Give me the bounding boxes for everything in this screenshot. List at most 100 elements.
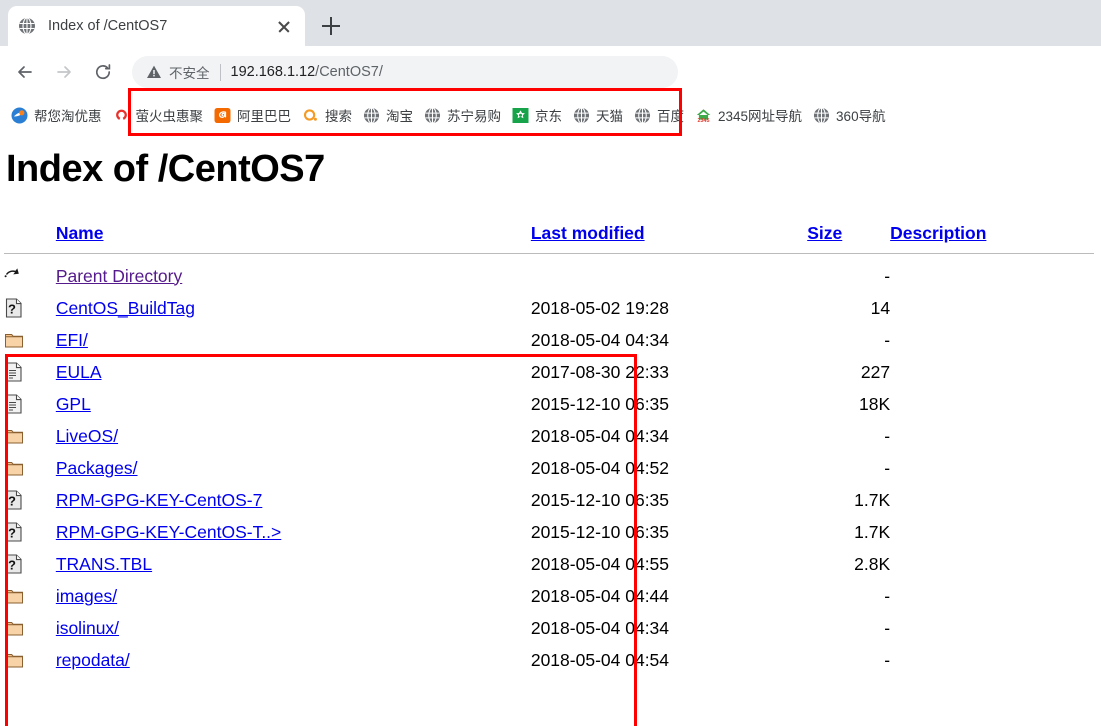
unknown-file-icon: ? <box>4 548 56 580</box>
unknown-file-icon: ? <box>4 292 56 324</box>
horizontal-rule <box>4 253 1094 254</box>
size-cell: - <box>884 265 891 286</box>
sort-by-description-link[interactable]: Description <box>890 223 986 243</box>
file-name-cell: RPM-GPG-KEY-CentOS-T..> <box>56 516 531 548</box>
svg-text:?: ? <box>8 494 16 509</box>
bookmark-item-3[interactable]: 搜索 <box>298 102 359 128</box>
last-modified-cell: 2018-05-04 04:34 <box>530 425 670 446</box>
bookmark-label: 搜索 <box>325 109 352 124</box>
size-cell: - <box>884 329 891 350</box>
search-o-icon <box>302 107 319 124</box>
size-cell: - <box>884 457 891 478</box>
bookmark-item-1[interactable]: 萤火虫惠聚 <box>109 102 211 128</box>
bookmark-item-10[interactable]: 360导航 <box>809 102 893 128</box>
file-name-cell: TRANS.TBL <box>56 548 531 580</box>
sort-by-name-link[interactable]: Name <box>56 223 104 243</box>
table-row[interactable]: EULA 2017-08-30 22:33 227 <box>4 356 1094 388</box>
size-cell: - <box>884 425 891 446</box>
back-icon[interactable] <box>8 55 42 89</box>
file-link[interactable]: repodata/ <box>56 650 130 670</box>
table-row[interactable]: ? CentOS_BuildTag 2018-05-02 19:28 14 <box>4 292 1094 324</box>
file-link[interactable]: Packages/ <box>56 458 138 478</box>
table-row[interactable]: EFI/2018-05-04 04:34 - <box>4 324 1094 356</box>
svg-text:?: ? <box>8 302 16 317</box>
bookmark-label: 2345网址导航 <box>718 109 803 124</box>
bookmark-label: 天猫 <box>596 109 623 124</box>
last-modified-cell: 2018-05-04 04:55 <box>530 553 670 574</box>
table-row[interactable]: ? RPM-GPG-KEY-CentOS-T..> 2015-12-10 06:35… <box>4 516 1094 548</box>
text-file-icon <box>4 388 56 420</box>
new-tab-button[interactable] <box>318 13 344 39</box>
bookmark-label: 百度 <box>657 109 684 124</box>
column-header-size[interactable]: Size <box>807 217 890 249</box>
size-cell: - <box>884 649 891 670</box>
size-cell: 227 <box>860 361 891 382</box>
bookmark-label: 360导航 <box>836 109 886 124</box>
file-link[interactable]: TRANS.TBL <box>56 554 152 574</box>
description-cell <box>890 388 1094 420</box>
description-cell <box>890 580 1094 612</box>
last-modified-cell: 2018-05-04 04:34 <box>530 329 670 350</box>
file-link[interactable]: RPM-GPG-KEY-CentOS-T..> <box>56 522 281 542</box>
file-link[interactable]: EULA <box>56 362 102 382</box>
last-modified-cell: 2015-12-10 06:35 <box>530 393 670 414</box>
bookmarks-bar: 帮您淘优惠 萤火虫惠聚 阿里巴巴 搜索 淘宝 苏宁易购 京东 天猫 百度 234… <box>0 98 1101 132</box>
tab-strip: Index of /CentOS7 <box>0 0 1101 46</box>
globe-icon <box>634 106 651 124</box>
close-icon[interactable] <box>273 15 295 37</box>
parent-directory-icon <box>4 260 56 292</box>
file-link[interactable]: LiveOS/ <box>56 426 118 446</box>
bookmark-item-6[interactable]: 京东 <box>508 102 569 128</box>
description-cell <box>890 484 1094 516</box>
bookmark-item-2[interactable]: 阿里巴巴 <box>210 102 298 128</box>
address-bar[interactable]: 不安全 192.168.1.12/CentOS7/ <box>132 56 678 88</box>
last-modified-cell: 2018-05-04 04:52 <box>530 457 670 478</box>
browser-tab[interactable]: Index of /CentOS7 <box>8 6 305 46</box>
bookmark-item-0[interactable]: 帮您淘优惠 <box>7 102 109 128</box>
sort-by-date-link[interactable]: Last modified <box>531 223 645 243</box>
column-header-description[interactable]: Description <box>890 217 1094 249</box>
column-header-last-modified[interactable]: Last modified <box>531 217 807 249</box>
bookmark-item-7[interactable]: 天猫 <box>569 102 630 128</box>
file-link[interactable]: GPL <box>56 394 91 414</box>
last-modified-cell: 2018-05-04 04:34 <box>530 617 670 638</box>
last-modified-cell: 2015-12-10 06:35 <box>530 489 670 510</box>
file-link[interactable]: RPM-GPG-KEY-CentOS-7 <box>56 490 263 510</box>
table-row[interactable]: LiveOS/2018-05-04 04:34 - <box>4 420 1094 452</box>
folder-icon <box>4 420 56 452</box>
bookmark-item-8[interactable]: 百度 <box>630 102 691 128</box>
table-body: Parent Directory -? CentOS_BuildTag 2018-05… <box>4 260 1094 676</box>
file-link[interactable]: CentOS_BuildTag <box>56 298 195 318</box>
reload-icon[interactable] <box>86 55 120 89</box>
file-link[interactable]: images/ <box>56 586 117 606</box>
column-header-name[interactable]: Name <box>56 217 531 249</box>
th-icon <box>4 217 56 249</box>
bookmark-item-4[interactable]: 淘宝 <box>359 102 420 128</box>
table-row[interactable]: Packages/2018-05-04 04:52 - <box>4 452 1094 484</box>
security-status-text: 不安全 <box>169 66 210 81</box>
bookmark-item-9[interactable]: 2345 2345网址导航 <box>691 102 809 128</box>
file-link[interactable]: isolinux/ <box>56 618 119 638</box>
file-link[interactable]: Parent Directory <box>56 266 182 286</box>
table-row[interactable]: isolinux/2018-05-04 04:34 - <box>4 612 1094 644</box>
sort-by-size-link[interactable]: Size <box>807 223 842 243</box>
file-name-cell: Parent Directory <box>56 260 531 292</box>
size-cell: - <box>884 585 891 606</box>
folder-icon <box>4 644 56 676</box>
url-path: /CentOS7/ <box>315 64 383 80</box>
page-content: Index of /CentOS7 Name Last modified Siz… <box>0 132 1101 726</box>
bookmark-label: 阿里巴巴 <box>237 109 291 124</box>
description-cell <box>890 420 1094 452</box>
last-modified-cell <box>531 260 807 292</box>
table-row[interactable]: ? TRANS.TBL 2018-05-04 04:55 2.8K <box>4 548 1094 580</box>
table-row[interactable]: ? RPM-GPG-KEY-CentOS-7 2015-12-10 06:35 1.7… <box>4 484 1094 516</box>
file-link[interactable]: EFI/ <box>56 330 88 350</box>
bookmark-item-5[interactable]: 苏宁易购 <box>420 102 508 128</box>
description-cell <box>890 516 1094 548</box>
alibaba-icon <box>214 107 231 124</box>
browser-chrome: Index of /CentOS7 不安全 192.168.1.12/CentO… <box>0 0 1101 136</box>
table-row[interactable]: GPL 2015-12-10 06:35 18K <box>4 388 1094 420</box>
table-row[interactable]: repodata/2018-05-04 04:54 - <box>4 644 1094 676</box>
table-row[interactable]: images/2018-05-04 04:44 - <box>4 580 1094 612</box>
table-row[interactable]: Parent Directory - <box>4 260 1094 292</box>
